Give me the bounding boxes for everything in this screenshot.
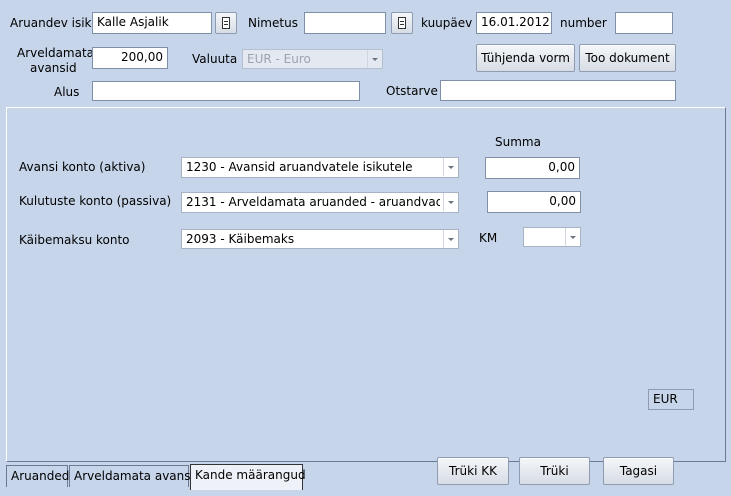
- chevron-down-icon: [565, 228, 580, 246]
- kuupaev-label: kuupäev: [421, 16, 473, 30]
- number-label: number: [560, 16, 607, 30]
- aruandev-isik-label: Aruandev isik: [10, 16, 92, 30]
- kulutuste-konto-label: Kulutuste konto (passiva): [19, 194, 172, 208]
- avansi-konto-label: Avansi konto (aktiva): [19, 160, 146, 174]
- currency-label: EUR: [648, 389, 694, 410]
- tab-arveldamata-avansid[interactable]: Arveldamata avansid: [69, 465, 201, 487]
- arveldamata-avansid-field[interactable]: 200,00: [92, 47, 168, 69]
- nimetus-lookup-button[interactable]: [391, 12, 413, 34]
- chevron-down-icon: [443, 158, 458, 176]
- avansi-summa-field[interactable]: 0,00: [485, 157, 580, 179]
- avansi-konto-value: 1230 - Avansid aruandvatele isikutele: [186, 160, 413, 174]
- kande-maarangud-panel: Summa Avansi konto (aktiva) 1230 - Avans…: [6, 107, 726, 462]
- chevron-down-icon: [443, 230, 458, 248]
- km-label: KM: [479, 231, 498, 245]
- aruandev-isik-lookup-button[interactable]: [215, 12, 237, 34]
- nimetus-field[interactable]: [304, 12, 386, 34]
- arveldamata-label-line1: Arveldamata: [17, 46, 95, 60]
- valuuta-select[interactable]: EUR - Euro: [242, 49, 383, 69]
- valuuta-select-value: EUR - Euro: [247, 52, 311, 66]
- kaibemaksu-konto-label: Käibemaksu konto: [19, 233, 130, 247]
- alus-label: Alus: [54, 85, 80, 99]
- tab-aruanded[interactable]: Aruanded: [6, 465, 69, 487]
- arveldamata-label-line2: avansid: [30, 61, 77, 75]
- alus-field[interactable]: [92, 81, 360, 101]
- km-select[interactable]: [523, 227, 581, 247]
- kulutuste-konto-value: 2131 - Arveldamata aruanded - aruandvad …: [186, 195, 440, 209]
- document-icon: [398, 17, 406, 29]
- document-icon: [222, 17, 230, 29]
- kulutuste-summa-field[interactable]: 0,00: [487, 191, 581, 213]
- otstarve-field[interactable]: [440, 80, 676, 101]
- chevron-down-icon: [367, 50, 382, 68]
- kaibemaksu-konto-select[interactable]: 2093 - Käibemaks: [181, 229, 459, 249]
- tab-kande-maarangud[interactable]: Kande määrangud: [190, 464, 306, 490]
- number-field[interactable]: [615, 12, 673, 34]
- kaibemaksu-konto-value: 2093 - Käibemaks: [186, 232, 295, 246]
- truki-button[interactable]: Trüki: [519, 457, 590, 485]
- valuuta-label: Valuuta: [192, 52, 238, 66]
- kuupaev-field[interactable]: 16.01.2012: [476, 12, 552, 34]
- nimetus-label: Nimetus: [248, 16, 298, 30]
- kulutuste-konto-select[interactable]: 2131 - Arveldamata aruanded - aruandvad …: [181, 192, 459, 213]
- too-dokument-button[interactable]: Too dokument: [579, 44, 676, 72]
- chevron-down-icon: [443, 193, 458, 211]
- aruandev-isik-field[interactable]: Kalle Asjalik: [92, 12, 212, 34]
- otstarve-label: Otstarve: [386, 84, 438, 98]
- avansi-konto-select[interactable]: 1230 - Avansid aruandvatele isikutele: [181, 157, 459, 178]
- summa-header: Summa: [495, 135, 541, 149]
- truki-kk-button[interactable]: Trüki KK: [437, 457, 509, 485]
- tuhjenda-vorm-button[interactable]: Tühjenda vorm: [476, 44, 575, 72]
- tagasi-button[interactable]: Tagasi: [603, 457, 674, 485]
